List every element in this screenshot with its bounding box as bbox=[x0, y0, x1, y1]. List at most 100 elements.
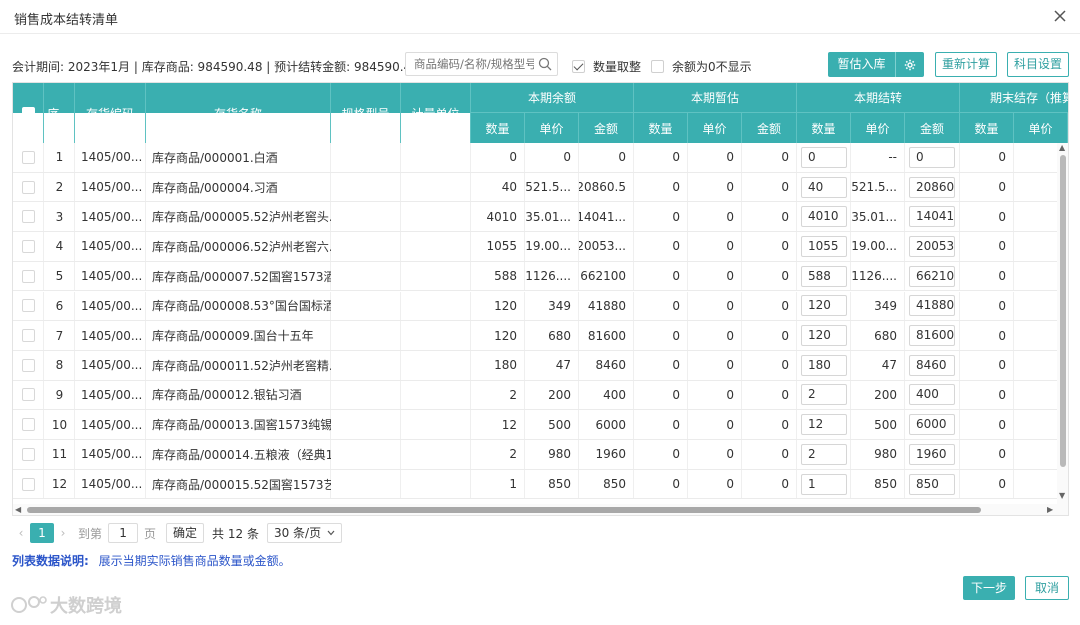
scroll-down-icon[interactable]: ▼ bbox=[1059, 491, 1065, 500]
select-all-checkbox[interactable] bbox=[21, 106, 35, 120]
carry-qty-input[interactable]: 588 bbox=[801, 265, 847, 287]
carry-amount-input[interactable]: 1960 bbox=[909, 443, 955, 465]
close-icon[interactable] bbox=[1052, 8, 1068, 24]
search-box[interactable] bbox=[405, 52, 558, 76]
row-checkbox[interactable] bbox=[22, 418, 35, 432]
row-checkbox[interactable] bbox=[22, 180, 35, 194]
table-row[interactable]: 6 1405/00... 库存商品/000008.53°国台国标酒... 120 349… bbox=[13, 291, 1068, 322]
carry-qty-input[interactable]: 1 bbox=[801, 473, 847, 495]
carry-amount-input[interactable]: 20860.5 bbox=[909, 176, 955, 198]
table-row[interactable]: 2 1405/00... 库存商品/000004.习酒 40 521.5... 20860… bbox=[13, 172, 1068, 203]
carry-qty-input[interactable]: 40 bbox=[801, 176, 847, 198]
carry-amount-input[interactable]: 8460 bbox=[909, 354, 955, 376]
cancel-button[interactable]: 取消 bbox=[1025, 576, 1069, 600]
cell-est-qty: 0 bbox=[672, 209, 680, 224]
table-row[interactable]: 5 1405/00... 库存商品/000007.52国窖1573酒... 588 11… bbox=[13, 261, 1068, 292]
cell-car-qty: 588 bbox=[797, 262, 851, 291]
row-select-cell[interactable] bbox=[13, 321, 44, 350]
cell-name: 库存商品/000013.国窖1573纯锡... bbox=[152, 418, 331, 433]
row-select-cell[interactable] bbox=[13, 410, 44, 439]
page-size-select[interactable]: 30 条/页 bbox=[266, 523, 343, 543]
account-setting-button[interactable]: 科目设置 bbox=[1007, 52, 1069, 77]
row-checkbox[interactable] bbox=[22, 477, 35, 491]
row-select-cell[interactable] bbox=[13, 173, 44, 202]
qty-round-checkbox[interactable] bbox=[572, 60, 585, 73]
table-row[interactable]: 12 1405/00... 库存商品/000015.52国窖1573艺... 1 850… bbox=[13, 469, 1068, 500]
carry-amount-input[interactable]: 400 bbox=[909, 384, 955, 406]
carry-qty-input[interactable]: 0 bbox=[801, 146, 847, 168]
table-row[interactable]: 10 1405/00... 库存商品/000013.国窖1573纯锡... 12 500… bbox=[13, 410, 1068, 440]
total-count: 共 12 条 bbox=[212, 526, 259, 541]
goto-confirm-button[interactable]: 确定 bbox=[166, 523, 205, 543]
carry-amount-input[interactable]: 41880 bbox=[909, 295, 955, 317]
next-step-button[interactable]: 下一步 bbox=[963, 576, 1015, 600]
cell-bal-price: 980 bbox=[548, 447, 571, 462]
carry-amount-input[interactable]: 81600 bbox=[909, 325, 955, 347]
table-row[interactable]: 11 1405/00... 库存商品/000014.五粮液（经典1... 2 980 19… bbox=[13, 440, 1068, 470]
table-row[interactable]: 1 1405/00... 库存商品/000001.白酒 0 0 0 0 0 0 0 -- 0 0 bbox=[13, 143, 1068, 173]
carry-qty-input[interactable]: 1055 bbox=[801, 235, 847, 257]
row-select-cell[interactable] bbox=[13, 262, 44, 291]
cell-bal-amt: 81600 bbox=[587, 328, 626, 343]
carry-qty-input[interactable]: 120 bbox=[801, 295, 847, 317]
table-row[interactable]: 7 1405/00... 库存商品/000009.国台十五年 120 680 81600 0… bbox=[13, 321, 1068, 351]
row-checkbox[interactable] bbox=[22, 210, 35, 224]
row-checkbox[interactable] bbox=[22, 239, 35, 253]
header-select-all[interactable] bbox=[13, 83, 44, 143]
carry-qty-input[interactable]: 180 bbox=[801, 354, 847, 376]
scroll-left-icon[interactable]: ◀ bbox=[15, 505, 21, 514]
row-checkbox[interactable] bbox=[22, 269, 35, 283]
table-row[interactable]: 9 1405/00... 库存商品/000012.银钻习酒 2 200 400 0 0 0 2 20… bbox=[13, 380, 1068, 411]
gear-icon[interactable] bbox=[896, 52, 924, 77]
search-input[interactable] bbox=[406, 53, 534, 75]
row-select-cell[interactable] bbox=[13, 351, 44, 380]
vertical-scroll-thumb[interactable] bbox=[1060, 155, 1066, 467]
row-select-cell[interactable] bbox=[13, 143, 44, 172]
carry-amount-input[interactable]: 6000 bbox=[909, 414, 955, 436]
next-page-button[interactable]: › bbox=[54, 526, 72, 540]
row-select-cell[interactable] bbox=[13, 202, 44, 231]
cell-bal-qty: 4010 bbox=[486, 209, 517, 224]
table-row[interactable]: 8 1405/00... 库存商品/000011.52泸州老窖精... 180 47 84… bbox=[13, 350, 1068, 381]
row-checkbox[interactable] bbox=[22, 447, 35, 461]
prev-page-button[interactable]: ‹ bbox=[12, 526, 30, 540]
row-checkbox[interactable] bbox=[22, 388, 35, 402]
estimate-stock-button[interactable]: 暂估入库 bbox=[828, 52, 896, 77]
hide-zero-toggle[interactable]: 余额为0不显示 bbox=[651, 58, 752, 75]
scroll-right-icon[interactable]: ▶ bbox=[1047, 505, 1053, 514]
cell-est-amt: 0 bbox=[781, 477, 789, 492]
scroll-up-icon[interactable]: ▲ bbox=[1059, 143, 1065, 152]
row-checkbox[interactable] bbox=[22, 150, 35, 164]
row-checkbox[interactable] bbox=[22, 358, 35, 372]
carry-amount-input[interactable]: 140415 bbox=[909, 206, 955, 228]
search-icon[interactable] bbox=[538, 57, 552, 71]
carry-qty-input[interactable]: 2 bbox=[801, 443, 847, 465]
row-select-cell[interactable] bbox=[13, 470, 44, 499]
horizontal-scroll-thumb[interactable] bbox=[27, 507, 981, 513]
current-page[interactable]: 1 bbox=[30, 523, 54, 543]
goto-page-input[interactable]: 1 bbox=[108, 523, 139, 543]
cell-name: 库存商品/000009.国台十五年 bbox=[152, 329, 314, 344]
recalc-button[interactable]: 重新计算 bbox=[935, 52, 997, 77]
carry-qty-input[interactable]: 120 bbox=[801, 325, 847, 347]
table-row[interactable]: 3 1405/00... 库存商品/000005.52泸州老窖头... 4010 35.… bbox=[13, 202, 1068, 233]
cell-code: 1405/00... bbox=[81, 150, 143, 165]
carry-amount-input[interactable]: 20053.7 bbox=[909, 235, 955, 257]
row-select-cell[interactable] bbox=[13, 232, 44, 261]
carry-amount-input[interactable]: 0 bbox=[909, 146, 955, 168]
row-checkbox[interactable] bbox=[22, 299, 35, 313]
row-select-cell[interactable] bbox=[13, 381, 44, 410]
carry-amount-input[interactable]: 662100 bbox=[909, 265, 955, 287]
row-select-cell[interactable] bbox=[13, 440, 44, 469]
table-row[interactable]: 4 1405/00... 库存商品/000006.52泸州老窖六... 1055 19.… bbox=[13, 232, 1068, 262]
carry-qty-input[interactable]: 4010 bbox=[801, 206, 847, 228]
carry-qty-input[interactable]: 12 bbox=[801, 414, 847, 436]
carry-amount-input[interactable]: 850 bbox=[909, 473, 955, 495]
vertical-scrollbar[interactable]: ▲ ▼ bbox=[1057, 143, 1068, 504]
horizontal-scrollbar[interactable]: ◀ ▶ bbox=[13, 504, 1068, 515]
carry-qty-input[interactable]: 2 bbox=[801, 384, 847, 406]
hide-zero-checkbox[interactable] bbox=[651, 60, 664, 73]
row-select-cell[interactable] bbox=[13, 292, 44, 321]
qty-round-toggle[interactable]: 数量取整 bbox=[572, 58, 641, 75]
row-checkbox[interactable] bbox=[22, 329, 35, 343]
